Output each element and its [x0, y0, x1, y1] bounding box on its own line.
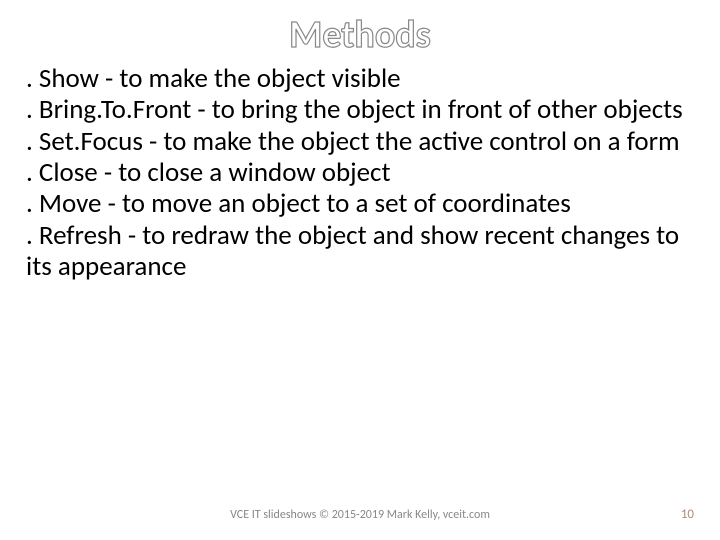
page-number: 10	[681, 507, 694, 522]
slide-body: . Show - to make the object visible. Bri…	[0, 63, 720, 282]
slide-footer: VCE IT slideshows © 2015-2019 Mark Kelly…	[0, 508, 720, 522]
slide-title: Methods	[0, 0, 720, 63]
body-text: . Show - to make the object visible. Bri…	[26, 63, 688, 282]
